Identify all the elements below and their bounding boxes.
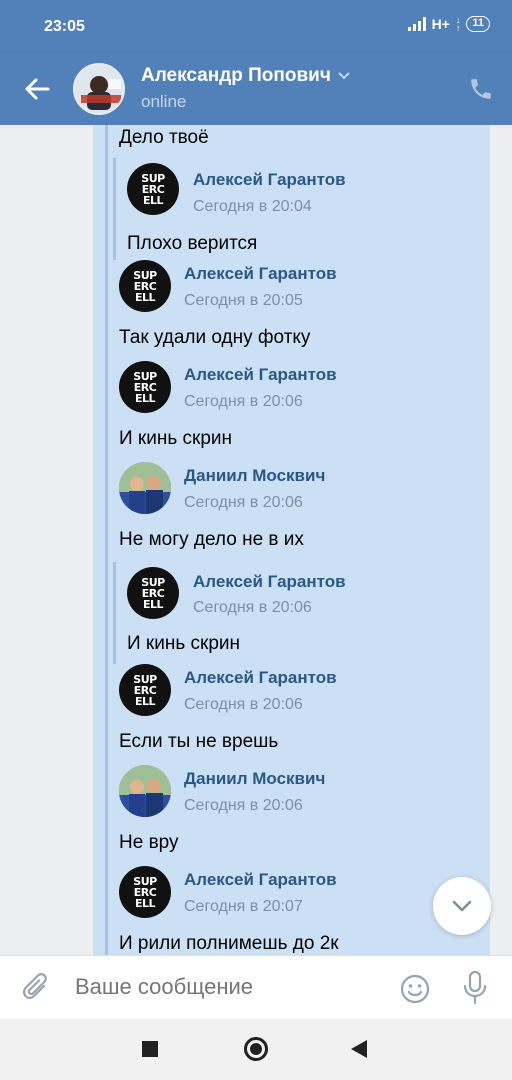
user-photo-avatar[interactable]: [119, 765, 171, 817]
supercell-logo-avatar[interactable]: SUP ERC ELL: [119, 664, 171, 716]
microphone-icon[interactable]: [462, 970, 488, 1006]
phone-icon[interactable]: [468, 76, 494, 102]
quote-line: [113, 158, 116, 260]
message-text: Не могу дело не в их: [119, 529, 304, 550]
arrow-left-icon[interactable]: [22, 74, 52, 104]
chevron-down-icon: [452, 900, 472, 912]
message-list[interactable]: Дело твоё SUP ERC ELL Алексей Гарантов Сег…: [0, 125, 512, 955]
signal-icon: [407, 17, 426, 31]
message-text: Плохо верится: [127, 233, 258, 254]
status-time: 23:05: [44, 18, 85, 35]
forward-author[interactable]: Алексей Гарантов: [184, 365, 337, 385]
message-composer: [0, 955, 512, 1019]
forward-line: [105, 125, 108, 955]
supercell-logo-avatar[interactable]: SUP ERC ELL: [127, 163, 179, 215]
message-text: Не вру: [119, 832, 179, 853]
forward-date: Сегодня в 20:07: [184, 898, 303, 915]
forward-author[interactable]: Алексей Гарантов: [193, 170, 346, 190]
forward-author[interactable]: Алексей Гарантов: [193, 572, 346, 592]
forward-author[interactable]: Даниил Москвич: [184, 769, 325, 789]
supercell-logo-avatar[interactable]: SUP ERC ELL: [119, 260, 171, 312]
home-icon[interactable]: [244, 1037, 268, 1061]
forward-date: Сегодня в 20:05: [184, 292, 303, 309]
forward-date: Сегодня в 20:06: [184, 696, 303, 713]
forward-date: Сегодня в 20:04: [193, 198, 312, 215]
forward-author[interactable]: Алексей Гарантов: [184, 870, 337, 890]
chat-header: Александр Попович online: [0, 52, 512, 125]
data-arrows-icon: ↓ ↑: [455, 15, 461, 33]
message-input[interactable]: [75, 974, 375, 1000]
back-triangle-icon[interactable]: [351, 1040, 367, 1058]
forward-date: Сегодня в 20:06: [184, 494, 303, 511]
battery-icon: 11: [466, 16, 490, 32]
online-status: online: [141, 92, 187, 111]
forward-author[interactable]: Алексей Гарантов: [184, 264, 337, 284]
chat-title[interactable]: Александр Попович: [141, 65, 351, 87]
message-text: И кинь скрин: [127, 633, 241, 654]
supercell-logo-avatar[interactable]: SUP ERC ELL: [127, 567, 179, 619]
network-type: H+: [431, 16, 450, 32]
smile-icon[interactable]: [399, 973, 431, 1005]
quote-line: [113, 562, 116, 664]
chat-title-text: Александр Попович: [141, 65, 331, 86]
supercell-logo-avatar[interactable]: SUP ERC ELL: [119, 866, 171, 918]
paperclip-icon[interactable]: [22, 972, 52, 1004]
system-navigation-bar: [0, 1019, 512, 1080]
user-photo-avatar[interactable]: [119, 462, 171, 514]
nested-forward: SUP ERC ELL Алексей Гарантов Сегодня в 20:…: [113, 562, 483, 664]
message-text: Дело твоё: [119, 127, 209, 148]
forward-author[interactable]: Даниил Москвич: [184, 466, 325, 486]
chevron-down-icon: [338, 72, 350, 80]
nested-forward: SUP ERC ELL Алексей Гарантов Сегодня в 20:…: [113, 158, 483, 260]
message-text: И рили полнимешь до 2к: [119, 933, 339, 954]
message-text: И кинь скрин: [119, 428, 233, 449]
forward-date: Сегодня в 20:06: [184, 797, 303, 814]
message-text: Так удали одну фотку: [119, 327, 311, 348]
scroll-down-button[interactable]: [433, 877, 491, 935]
recent-apps-icon[interactable]: [142, 1041, 158, 1057]
status-bar: 23:05 H+ ↓ ↑ 11: [0, 0, 512, 52]
avatar[interactable]: [73, 63, 125, 115]
status-indicators: H+ ↓ ↑ 11: [407, 15, 490, 33]
forward-date: Сегодня в 20:06: [193, 599, 312, 616]
forward-date: Сегодня в 20:06: [184, 393, 303, 410]
message-text: Если ты не врешь: [119, 731, 279, 752]
forward-author[interactable]: Алексей Гарантов: [184, 668, 337, 688]
supercell-logo-avatar[interactable]: SUP ERC ELL: [119, 361, 171, 413]
